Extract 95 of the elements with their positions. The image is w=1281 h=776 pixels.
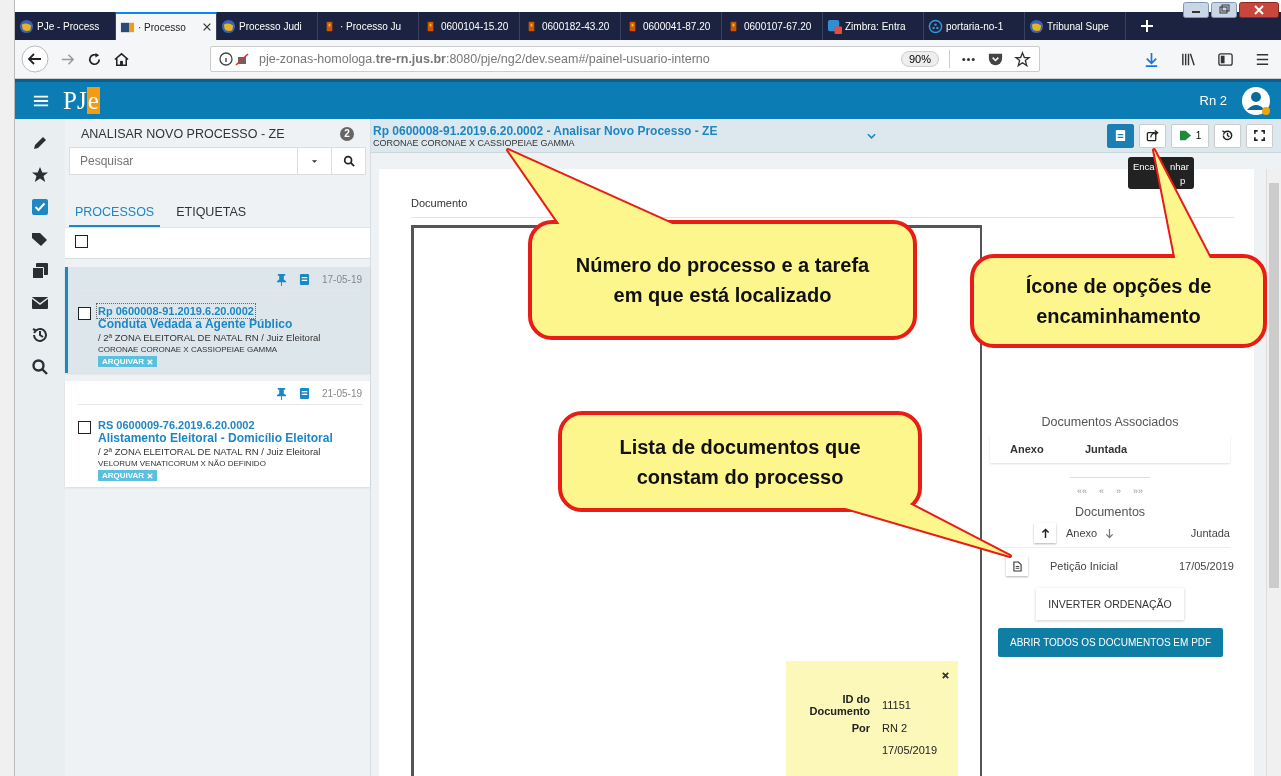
history-button[interactable] [1214, 123, 1241, 148]
file-icon [1012, 560, 1022, 572]
process-date: 17-05-19 [321, 274, 362, 285]
column-header[interactable]: Juntada [1190, 527, 1230, 539]
globe-icon [19, 18, 34, 34]
process-checkbox[interactable] [78, 307, 91, 320]
arrow-up-icon [1040, 527, 1050, 539]
pencil-icon[interactable] [31, 134, 49, 152]
close-icon[interactable] [941, 671, 950, 680]
minimize-icon[interactable] [1183, 2, 1209, 18]
document-button[interactable] [1107, 123, 1134, 148]
copy-icon[interactable] [31, 262, 49, 280]
search-button[interactable] [332, 147, 366, 175]
info-value: 17/05/2019 [882, 743, 938, 758]
info-value: RN 2 [882, 721, 908, 736]
forward-button[interactable] [1139, 123, 1166, 148]
process-number[interactable]: RS 0600009-76.2019.6.20.0002 [98, 419, 255, 431]
open-pdf-button[interactable]: ABRIR TODOS OS DOCUMENTOS EM PDF [998, 628, 1224, 657]
task-title: ANALISAR NOVO PROCESSO - ZE [81, 127, 286, 141]
column-header: Juntada [1085, 443, 1128, 455]
pin-icon[interactable] [275, 387, 287, 400]
close-icon[interactable] [202, 22, 212, 32]
tags-button[interactable]: 1 [1171, 123, 1209, 148]
tooltip-text: Enca [1133, 161, 1155, 172]
globe-icon [1029, 18, 1044, 34]
restore-icon[interactable] [1211, 2, 1237, 18]
globe-icon [221, 18, 236, 34]
history-icon [1221, 129, 1234, 142]
back-icon[interactable] [21, 45, 49, 73]
checkbox-icon[interactable] [31, 198, 49, 216]
parties-text: CORONAE CORONAE X CASSIOPEIAE GAMMA [98, 345, 278, 354]
process-date: 21-05-19 [321, 388, 362, 399]
info-label: Por [851, 722, 870, 734]
book-icon[interactable] [298, 273, 310, 286]
download-icon[interactable] [1143, 50, 1160, 68]
home-icon[interactable] [113, 50, 130, 68]
star-icon[interactable] [1014, 50, 1031, 68]
callout-text: Número do processo e a tarefa em que está localizado [574, 253, 871, 308]
section-title: Documentos Associados [1040, 415, 1180, 429]
document-date: 17/05/2019 [1178, 560, 1234, 572]
court-text: / 2ª ZONA ELEITORAL DE NATAL RN / Juiz Eleitoral [98, 446, 321, 457]
search-icon[interactable] [31, 358, 49, 376]
scrollbar[interactable] [1266, 169, 1281, 776]
info-label: ID do Documento [809, 693, 870, 717]
column-header[interactable]: Anexo [1066, 527, 1098, 539]
section-title: Documentos [1073, 505, 1147, 519]
address-bar[interactable]: pje-zonas-homologa.tre-rn.jus.br:8080/pje/ng2/dev.seam#/painel-usuario-interno 90% [210, 46, 1040, 72]
list-tab[interactable]: ETIQUETAS [170, 201, 253, 227]
column-header: Anexo [1010, 443, 1045, 455]
book-icon[interactable] [298, 387, 310, 400]
pin-icon[interactable] [275, 273, 287, 286]
avatar-icon[interactable] [1241, 85, 1271, 116]
select-all-checkbox[interactable] [75, 235, 88, 248]
circle-dots-icon [928, 18, 943, 34]
document-name[interactable]: Petição Inicial [1050, 560, 1118, 572]
invert-order-button[interactable]: INVERTER ORDENAÇÃO [1036, 588, 1184, 620]
info-value: 11151 [882, 698, 911, 713]
parties-text: VELORUM VENATICORUM X NÃO DEFINIDO [98, 459, 266, 468]
arrow-down-icon[interactable] [1105, 527, 1115, 539]
tooltip-text: p [1180, 175, 1186, 186]
process-card[interactable]: 17-05-19 Rp 0600008-91.2019.6.20.0002 Conduta Vedada a Agente Público / 2ª ZONA ELEITORAL DE NATAL RN / Juiz Eleitoral CORONAE CORONAE X CASSIOPEIAE GAMMA ARQUIVAR [65, 267, 370, 373]
pje-logo[interactable]: PJe [63, 86, 100, 115]
tags-icon[interactable] [31, 230, 49, 248]
parties-text: CORONAE CORONAE X CASSIOPEIAE GAMMA [373, 137, 576, 148]
tooltip-text: nhar [1170, 161, 1189, 172]
reload-icon[interactable] [86, 50, 103, 68]
star-icon[interactable] [31, 166, 49, 184]
new-tab-icon[interactable] [1140, 19, 1154, 33]
caret-icon [311, 158, 318, 164]
callout-text: Lista de documentos que constam do processo [618, 434, 862, 490]
expand-icon [1253, 129, 1266, 142]
search-icon [342, 155, 355, 167]
info-lock-icon [219, 51, 249, 67]
court-text: / 2ª ZONA ELEITORAL DE NATAL RN / Juiz Eleitoral [98, 332, 321, 343]
sort-button[interactable] [1034, 523, 1056, 543]
fullscreen-button[interactable] [1246, 123, 1273, 148]
zoom-level[interactable]: 90% [900, 51, 939, 67]
share-icon [1146, 129, 1159, 142]
tag-icon [1178, 129, 1192, 142]
browser-tab[interactable]: · Processo [116, 12, 217, 40]
document-icon [1114, 129, 1127, 142]
file-button[interactable] [1006, 556, 1028, 576]
sidebar-icon[interactable] [1217, 50, 1234, 68]
process-card[interactable]: 21-05-19 RS 0600009-76.2019.6.20.0002 Alistamento Eleitoral - Domicílio Eleitoral / 2ª ZONA ELEITORAL DE NATAL RN / Juiz Eleitoral VELORUM VENATICORUM X NÃO DEFINIDO ARQUIVAR [65, 381, 370, 487]
callout-text: Ícone de opções de encaminhamento [1024, 274, 1213, 329]
user-name[interactable]: Rn 2 [1199, 93, 1227, 108]
process-checkbox[interactable] [78, 421, 91, 434]
count-badge: 2 [340, 127, 354, 141]
history-icon[interactable] [31, 326, 49, 344]
chevron-down-icon[interactable] [867, 132, 877, 139]
close-icon[interactable] [1239, 2, 1279, 18]
process-class[interactable]: Alistamento Eleitoral - Domicílio Eleitoral [98, 431, 333, 445]
search-field[interactable]: Pesquisar [69, 147, 298, 175]
envelope-icon[interactable] [31, 294, 49, 312]
zimbra-icon [827, 18, 842, 34]
